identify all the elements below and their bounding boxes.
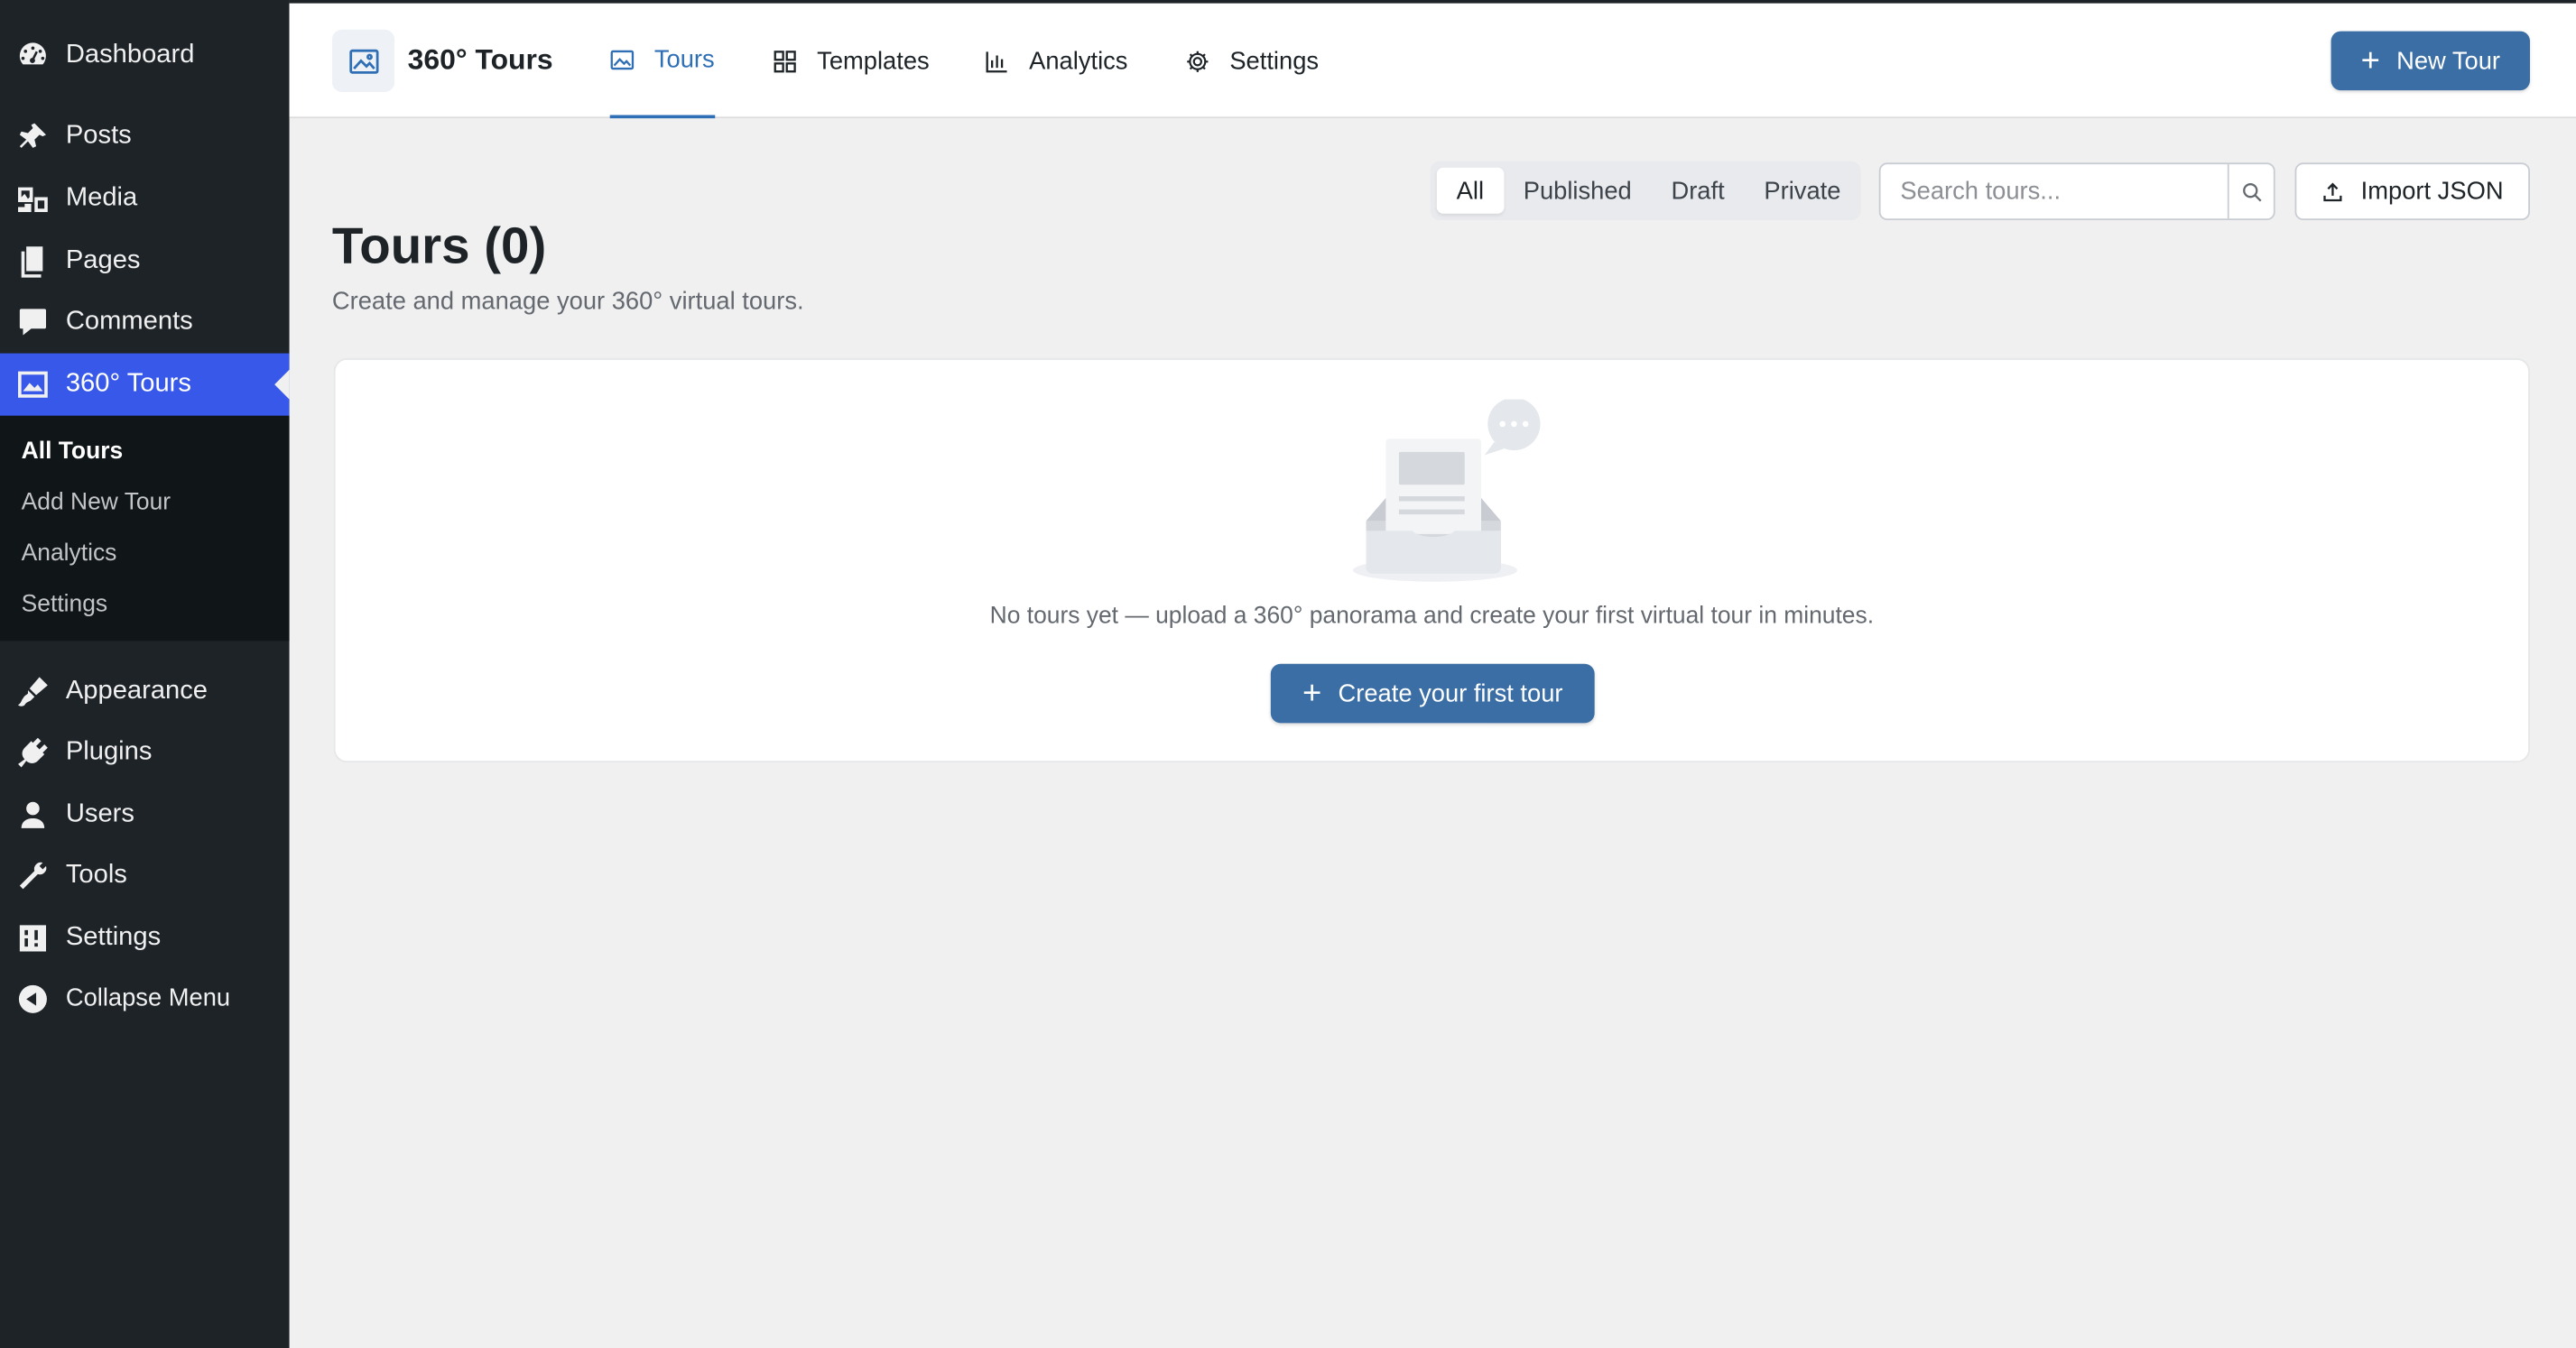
sidebar-item-posts[interactable]: Posts (0, 106, 290, 167)
filter-all[interactable]: All (1436, 167, 1504, 214)
search-button[interactable] (2227, 164, 2274, 219)
tab-settings[interactable]: Settings (1185, 4, 1319, 118)
sidebar-item-label: Posts (65, 121, 132, 150)
main-content: 360° Tours Tours Templates Analytics Set… (289, 0, 2576, 1348)
page-subtitle: Create and manage your 360° virtual tour… (331, 287, 804, 316)
sidebar-item-label: Collapse Menu (65, 984, 231, 1013)
media-icon (16, 182, 49, 215)
sidebar-item-users[interactable]: Users (0, 784, 290, 845)
brand-title: 360° Tours (407, 42, 553, 76)
plugin-icon (16, 735, 49, 768)
sidebar-item-settings[interactable]: Settings (0, 907, 290, 968)
search-box (1878, 162, 2275, 221)
plus-icon: + (2360, 42, 2380, 79)
comments-icon (16, 305, 49, 337)
pages-icon (16, 245, 49, 278)
sidebar-item-label: Pages (65, 245, 141, 274)
create-first-tour-label: Create your first tour (1338, 679, 1563, 708)
sidebar-item-tools[interactable]: Tools (0, 845, 290, 906)
submenu-item-analytics[interactable]: Analytics (0, 528, 290, 578)
tab-templates[interactable]: Templates (773, 4, 930, 118)
wrench-icon (16, 859, 49, 891)
submenu-item-settings[interactable]: Settings (0, 578, 290, 629)
user-icon (16, 799, 49, 831)
empty-state-card: No tours yet — upload a 360° panorama an… (333, 358, 2530, 763)
sidebar-item-label: Media (65, 183, 138, 212)
sidebar-item-pages[interactable]: Pages (0, 230, 290, 291)
sidebar-item-plugins[interactable]: Plugins (0, 722, 290, 783)
sidebar-item-comments[interactable]: Comments (0, 291, 290, 352)
gear-icon (1187, 50, 1209, 71)
empty-state-message: No tours yet — upload a 360° panorama an… (989, 603, 1875, 630)
submenu-item-all-tours[interactable]: All Tours (0, 426, 290, 476)
admin-sidebar: Dashboard Posts Media Pages Comments 360… (0, 0, 290, 1348)
sidebar-item-label: 360° Tours (65, 369, 191, 398)
tab-label: Analytics (1029, 46, 1128, 75)
grid-icon (774, 50, 796, 72)
tours-submenu: All Tours Add New Tour Analytics Setting… (0, 415, 290, 642)
sidebar-item-label: Settings (65, 923, 162, 952)
settings-icon (16, 921, 49, 954)
sidebar-item-label: Dashboard (65, 41, 195, 69)
search-input[interactable] (1880, 164, 2228, 219)
create-first-tour-button[interactable]: + Create your first tour (1270, 663, 1595, 724)
tab-label: Settings (1229, 46, 1320, 75)
tab-tours[interactable]: Tours (609, 4, 715, 119)
sidebar-item-appearance[interactable]: Appearance (0, 660, 290, 722)
submenu-item-add-new-tour[interactable]: Add New Tour (0, 476, 290, 527)
sidebar-item-label: Appearance (65, 676, 208, 705)
import-json-button[interactable]: Import JSON (2294, 162, 2530, 221)
filter-published[interactable]: Published (1504, 168, 1652, 214)
sidebar-item-360-tours[interactable]: 360° Tours (0, 353, 290, 415)
collapse-icon (16, 983, 49, 1015)
sidebar-item-label: Plugins (65, 737, 153, 766)
filter-draft[interactable]: Draft (1652, 168, 1745, 214)
status-filter-group: All Published Draft Private (1430, 161, 1861, 221)
sidebar-item-dashboard[interactable]: Dashboard (0, 24, 290, 86)
brand-image-icon (331, 29, 395, 92)
import-json-label: Import JSON (2360, 177, 2504, 206)
image-icon (16, 368, 49, 401)
new-tour-button[interactable]: + New Tour (2330, 31, 2530, 91)
search-icon (2242, 182, 2261, 201)
upload-icon (2323, 181, 2342, 201)
dashboard-icon (16, 39, 49, 71)
tab-analytics[interactable]: Analytics (985, 4, 1128, 118)
sidebar-item-label: Comments (65, 307, 193, 336)
sidebar-item-label: Users (65, 799, 134, 828)
tab-label: Tours (653, 45, 715, 74)
plugin-header: 360° Tours Tours Templates Analytics Set… (289, 0, 2576, 119)
brush-icon (16, 675, 49, 707)
pin-icon (16, 119, 49, 152)
filter-private[interactable]: Private (1745, 168, 1861, 214)
sidebar-item-media[interactable]: Media (0, 168, 290, 229)
plus-icon: + (1302, 675, 1322, 712)
new-tour-label: New Tour (2396, 46, 2500, 75)
page-title: Tours (0) (331, 217, 547, 275)
tab-label: Templates (817, 46, 930, 75)
image-icon (610, 49, 635, 69)
bar-chart-icon (986, 51, 1007, 72)
collapse-menu-button[interactable]: Collapse Menu (0, 968, 290, 1029)
empty-inbox-illustration (1352, 399, 1541, 582)
sidebar-item-label: Tools (65, 860, 127, 889)
